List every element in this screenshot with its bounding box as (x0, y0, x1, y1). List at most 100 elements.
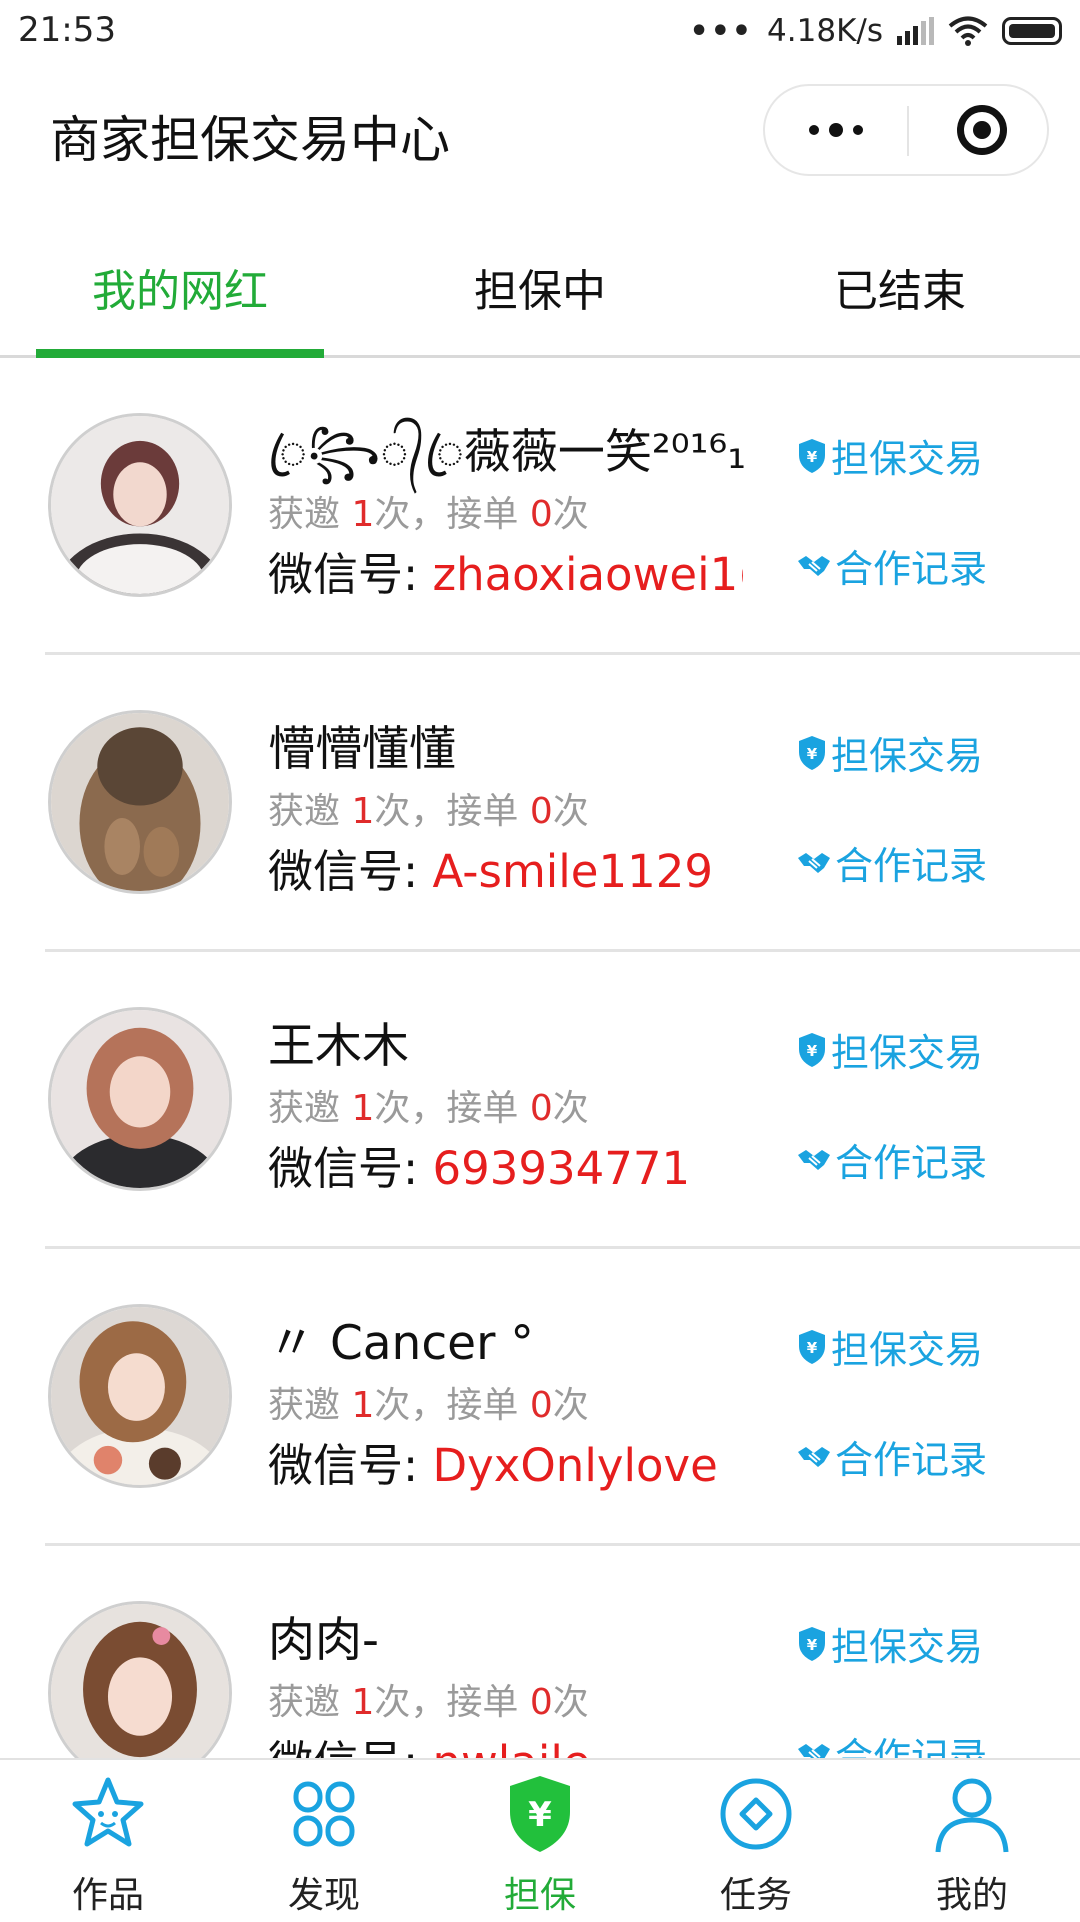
tab-finished[interactable]: 已结束 (740, 255, 1060, 319)
battery-icon (1002, 17, 1062, 45)
page-title: 商家担保交易中心 (50, 111, 450, 169)
record-label: 合作记录 (835, 547, 988, 591)
status-bar: 21:53 ••• 4.18K/s (0, 0, 1080, 62)
guarantee-trade-button[interactable]: ¥ 担保交易 (797, 428, 983, 483)
wechat-id: 微信号: 693934771 (268, 1132, 743, 1197)
svg-text:¥: ¥ (807, 448, 818, 466)
wifi-icon (948, 16, 988, 46)
wechat-label: 微信号: (268, 1439, 433, 1492)
handshake-icon (798, 1149, 830, 1170)
guarantee-trade-button[interactable]: ¥ 担保交易 (797, 725, 983, 780)
invite-count: 1 (351, 791, 375, 832)
close-miniprogram-icon[interactable] (957, 105, 1007, 155)
guarantee-label: 担保交易 (831, 1328, 984, 1372)
cooperation-record-button[interactable]: 合作记录 (797, 1429, 987, 1484)
wechat-label: 微信号: (268, 845, 433, 898)
invite-stats: 获邀 1次，接单 0次 (268, 1376, 589, 1428)
active-tab-indicator (36, 349, 324, 358)
cooperation-record-button[interactable]: 合作记录 (797, 1726, 987, 1758)
guarantee-trade-button[interactable]: ¥ 担保交易 (797, 1319, 983, 1374)
wechat-value: nwlaile (432, 1736, 590, 1758)
cooperation-record-button[interactable]: 合作记录 (797, 1132, 987, 1187)
orders-label: 次，接单 (374, 1682, 530, 1723)
order-count: 0 (529, 494, 553, 535)
wechat-value: A-smile1129 (432, 845, 713, 898)
more-icon[interactable] (765, 86, 907, 174)
person-icon (935, 1778, 1009, 1853)
invite-count: 1 (351, 1682, 375, 1723)
shield-yuan-icon: ¥ (799, 1032, 825, 1067)
handshake-icon (798, 1446, 830, 1467)
times-label: 次 (552, 1385, 589, 1426)
invite-stats: 获邀 1次，接单 0次 (268, 485, 589, 537)
list-item: 懵懵懂懂 获邀 1次，接单 0次 微信号: A-smile1129 ¥ 担保交易… (0, 655, 1080, 952)
invited-label: 获邀 (268, 1682, 352, 1723)
handshake-icon (798, 1743, 830, 1758)
shield-yuan-icon: ¥ (510, 1776, 570, 1852)
tabbar-item-works[interactable]: 作品 (0, 1774, 216, 1920)
wechat-label: 微信号: (268, 1142, 433, 1195)
invite-stats: 获邀 1次，接单 0次 (268, 1079, 589, 1131)
invite-count: 1 (351, 1088, 375, 1129)
wechat-label: 微信号: (268, 1736, 432, 1758)
svg-text:¥: ¥ (807, 1042, 818, 1060)
shield-yuan-icon: ¥ (799, 1329, 825, 1364)
cooperation-record-button[interactable]: 合作记录 (797, 835, 987, 890)
status-indicators: ••• 4.18K/s (690, 8, 1062, 54)
shield-yuan-icon: ¥ (799, 1626, 825, 1661)
invite-stats: 获邀 1次，接单 0次 (268, 1673, 589, 1725)
list-item: 肉肉- 获邀 1次，接单 0次 微信号: nwlaile ¥ 担保交易 合作记录 (0, 1546, 1080, 1758)
tabbar-label: 任务 (719, 1875, 792, 1916)
tabbar-item-discover[interactable]: 发现 (216, 1774, 432, 1920)
tabbar-item-guarantee[interactable]: ¥ 担保 (432, 1774, 648, 1920)
avatar[interactable] (48, 710, 232, 894)
discover-icon (293, 1781, 355, 1847)
invited-label: 获邀 (268, 1385, 352, 1426)
times-label: 次 (552, 1682, 589, 1723)
svg-text:¥: ¥ (807, 1339, 818, 1357)
influencer-list: ꦿ꧂᭄ꦿ薇薇一笑²⁰¹⁶₁₀. 获邀 1次，接单 0次 微信号: zhaoxia… (0, 358, 1080, 1758)
signal-icon (897, 17, 934, 45)
wechat-id: 微信号: nwlaile (268, 1726, 743, 1758)
tabbar-item-tasks[interactable]: 任务 (648, 1774, 864, 1920)
guarantee-label: 担保交易 (831, 437, 984, 481)
miniprogram-capsule (763, 84, 1049, 176)
guarantee-trade-button[interactable]: ¥ 担保交易 (797, 1022, 983, 1077)
task-icon (720, 1778, 792, 1850)
wechat-value: zhaoxiaowei1( (432, 548, 743, 601)
record-label: 合作记录 (835, 1438, 988, 1482)
invited-label: 获邀 (268, 1088, 352, 1129)
guarantee-label: 担保交易 (831, 734, 984, 778)
status-time: 21:53 (18, 10, 116, 50)
avatar[interactable] (48, 413, 232, 597)
tab-my-influencers[interactable]: 我的网红 (20, 255, 340, 319)
orders-label: 次，接单 (374, 1088, 530, 1129)
order-count: 0 (529, 1385, 553, 1426)
wechat-id: 微信号: DyxOnlylove (268, 1429, 743, 1494)
guarantee-trade-button[interactable]: ¥ 担保交易 (797, 1616, 983, 1671)
influencer-name: 懵懵懂懂 (268, 722, 456, 777)
tab-guaranteeing[interactable]: 担保中 (380, 255, 700, 319)
list-item: 王木木 获邀 1次，接单 0次 微信号: 693934771 ¥ 担保交易 合作… (0, 952, 1080, 1249)
avatar[interactable] (48, 1601, 232, 1758)
influencer-name: 王木木 (268, 1019, 409, 1074)
cooperation-record-button[interactable]: 合作记录 (797, 538, 987, 593)
list-item: ꦿ꧂᭄ꦿ薇薇一笑²⁰¹⁶₁₀. 获邀 1次，接单 0次 微信号: zhaoxia… (0, 358, 1080, 655)
shield-yuan-icon: ¥ (799, 438, 825, 473)
notification-dots-icon: ••• (689, 13, 754, 49)
invite-stats: 获邀 1次，接单 0次 (268, 782, 589, 834)
avatar[interactable] (48, 1304, 232, 1488)
tabbar-label: 作品 (71, 1875, 144, 1916)
guarantee-label: 担保交易 (831, 1031, 984, 1075)
tabbar-label: 担保 (503, 1875, 576, 1916)
wechat-value: DyxOnlylove (432, 1439, 718, 1492)
invited-label: 获邀 (268, 494, 352, 535)
orders-label: 次，接单 (374, 494, 530, 535)
wechat-value: 693934771 (432, 1142, 691, 1195)
capsule-divider (907, 106, 909, 156)
tabbar-item-mine[interactable]: 我的 (864, 1774, 1080, 1920)
bottom-tab-bar: 作品 发现 ¥ 担保 任务 我的 (0, 1758, 1080, 1922)
tabbar-label: 我的 (935, 1875, 1008, 1916)
avatar[interactable] (48, 1007, 232, 1191)
record-label: 合作记录 (835, 844, 988, 888)
